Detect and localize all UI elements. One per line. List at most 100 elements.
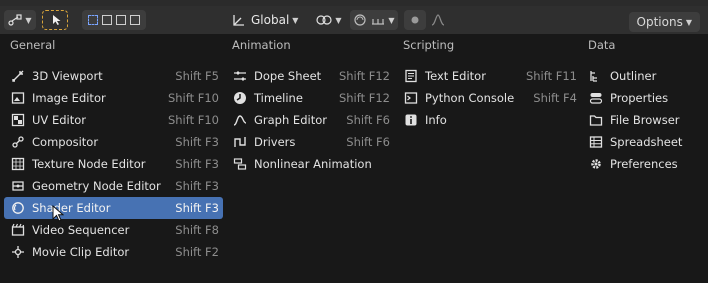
menu-item-properties[interactable]: Properties: [582, 87, 700, 109]
outliner-icon: [588, 68, 604, 84]
menu-item-label: Outliner: [610, 69, 657, 83]
chevron-down-icon: ▼: [292, 15, 299, 25]
timeline-icon: [232, 90, 248, 106]
compositor-icon: [10, 134, 26, 150]
orientation-icon: [232, 14, 245, 27]
menu-item-graph-editor[interactable]: Graph Editor Shift F6: [226, 109, 394, 131]
menu-item-timeline[interactable]: Timeline Shift F12: [226, 87, 394, 109]
column-header-scripting: Scripting: [403, 38, 455, 52]
editor-type-button[interactable]: ▼: [4, 10, 36, 30]
orientation-label: Global: [251, 13, 290, 27]
spreadsheet-icon: [588, 134, 604, 150]
menu-item-shortcut: Shift F5: [175, 69, 219, 83]
menu-item-label: 3D Viewport: [32, 69, 103, 83]
nla-icon: [232, 156, 248, 172]
menu-item-shortcut: Shift F3: [175, 179, 219, 193]
chevron-down-icon: ▼: [25, 15, 32, 25]
snap-target-icon: [371, 14, 385, 26]
drivers-icon: [232, 134, 248, 150]
menu-item-info[interactable]: Info: [397, 109, 581, 131]
menu-item-preferences[interactable]: Preferences: [582, 153, 700, 175]
menu-item-label: Properties: [610, 91, 669, 105]
menu-item-shader-editor[interactable]: Shader Editor Shift F3: [4, 197, 223, 219]
menu-item-3d-viewport[interactable]: 3D Viewport Shift F5: [4, 65, 223, 87]
select-new-icon[interactable]: [88, 15, 98, 25]
editor-header: ▼ Global ▼ ▼ ▼ Options ▼: [0, 6, 708, 35]
python-console-icon: [403, 90, 419, 106]
movie-clip-icon: [10, 244, 26, 260]
menu-item-drivers[interactable]: Drivers Shift F6: [226, 131, 394, 153]
menu-item-file-browser[interactable]: File Browser: [582, 109, 700, 131]
menu-item-label: Info: [425, 113, 447, 127]
menu-item-python-console[interactable]: Python Console Shift F4: [397, 87, 581, 109]
menu-item-label: Python Console: [425, 91, 515, 105]
cursor-tool-button[interactable]: [48, 10, 66, 30]
uv-editor-icon: [10, 112, 26, 128]
menu-item-shortcut: Shift F10: [167, 113, 219, 127]
transform-orientation-dropdown[interactable]: Global ▼: [228, 10, 310, 30]
select-subtract-icon[interactable]: [116, 15, 126, 25]
proportional-edit-toggle[interactable]: [404, 10, 426, 30]
falloff-dropdown[interactable]: [428, 10, 448, 30]
editor-type-menu: General 3D Viewport Shift F5 Image Edito…: [0, 34, 708, 283]
properties-icon: [588, 90, 604, 106]
menu-item-shortcut: Shift F10: [167, 91, 219, 105]
menu-item-label: Drivers: [254, 135, 296, 149]
options-dropdown[interactable]: Options ▼: [628, 12, 700, 32]
menu-item-label: File Browser: [610, 113, 680, 127]
menu-item-shortcut: Shift F3: [175, 135, 219, 149]
select-invert-icon[interactable]: [130, 15, 140, 25]
menu-item-label: Preferences: [610, 157, 678, 171]
falloff-curve-icon: [431, 14, 445, 26]
menu-item-text-editor[interactable]: Text Editor Shift F11: [397, 65, 581, 87]
menu-item-label: Nonlinear Animation: [254, 157, 372, 171]
menu-item-shortcut: Shift F3: [175, 157, 219, 171]
selection-mode-group[interactable]: [82, 10, 146, 30]
menu-item-uv-editor[interactable]: UV Editor Shift F10: [4, 109, 223, 131]
proportional-icon: [410, 15, 420, 25]
menu-item-texture-node-editor[interactable]: Texture Node Editor Shift F3: [4, 153, 223, 175]
menu-item-outliner[interactable]: Outliner: [582, 65, 700, 87]
menu-item-shortcut: Shift F11: [525, 69, 577, 83]
menu-item-label: Dope Sheet: [254, 69, 322, 83]
menu-item-dope-sheet[interactable]: Dope Sheet Shift F12: [226, 65, 394, 87]
menu-item-nonlinear-animation[interactable]: Nonlinear Animation: [226, 153, 394, 175]
image-editor-icon: [10, 90, 26, 106]
menu-item-label: Compositor: [32, 135, 99, 149]
menu-item-label: Shader Editor: [32, 201, 111, 215]
preferences-icon: [588, 156, 604, 172]
pointer-icon: [52, 14, 62, 26]
node-editor-icon: [8, 14, 23, 26]
menu-item-label: Geometry Node Editor: [32, 179, 161, 193]
chevron-down-icon: ▼: [685, 17, 692, 27]
menu-item-label: Texture Node Editor: [32, 157, 146, 171]
viewport-3d-icon: [10, 68, 26, 84]
chevron-down-icon: ▼: [335, 15, 342, 25]
snap-group[interactable]: ▼: [350, 10, 398, 30]
column-header-general: General: [10, 38, 56, 52]
select-extend-icon[interactable]: [102, 15, 112, 25]
menu-item-label: Timeline: [254, 91, 303, 105]
shader-editor-icon: [10, 200, 26, 216]
video-sequencer-icon: [10, 222, 26, 238]
menu-item-label: Graph Editor: [254, 113, 327, 127]
menu-item-shortcut: Shift F6: [346, 135, 390, 149]
menu-item-movie-clip-editor[interactable]: Movie Clip Editor Shift F2: [4, 241, 223, 263]
texture-node-icon: [10, 156, 26, 172]
menu-item-video-sequencer[interactable]: Video Sequencer Shift F8: [4, 219, 223, 241]
menu-item-geometry-node-editor[interactable]: Geometry Node Editor Shift F3: [4, 175, 223, 197]
pivot-point-dropdown[interactable]: ▼: [314, 10, 344, 30]
menu-item-label: UV Editor: [32, 113, 86, 127]
menu-item-shortcut: Shift F2: [175, 245, 219, 259]
menu-item-label: Image Editor: [32, 91, 106, 105]
menu-item-label: Movie Clip Editor: [32, 245, 130, 259]
menu-item-shortcut: Shift F4: [533, 91, 577, 105]
options-label: Options: [636, 15, 683, 29]
menu-item-label: Text Editor: [425, 69, 486, 83]
menu-item-compositor[interactable]: Compositor Shift F3: [4, 131, 223, 153]
menu-item-spreadsheet[interactable]: Spreadsheet: [582, 131, 700, 153]
snap-icon: [353, 13, 367, 27]
dope-sheet-icon: [232, 68, 248, 84]
menu-item-image-editor[interactable]: Image Editor Shift F10: [4, 87, 223, 109]
geometry-node-icon: [10, 178, 26, 194]
